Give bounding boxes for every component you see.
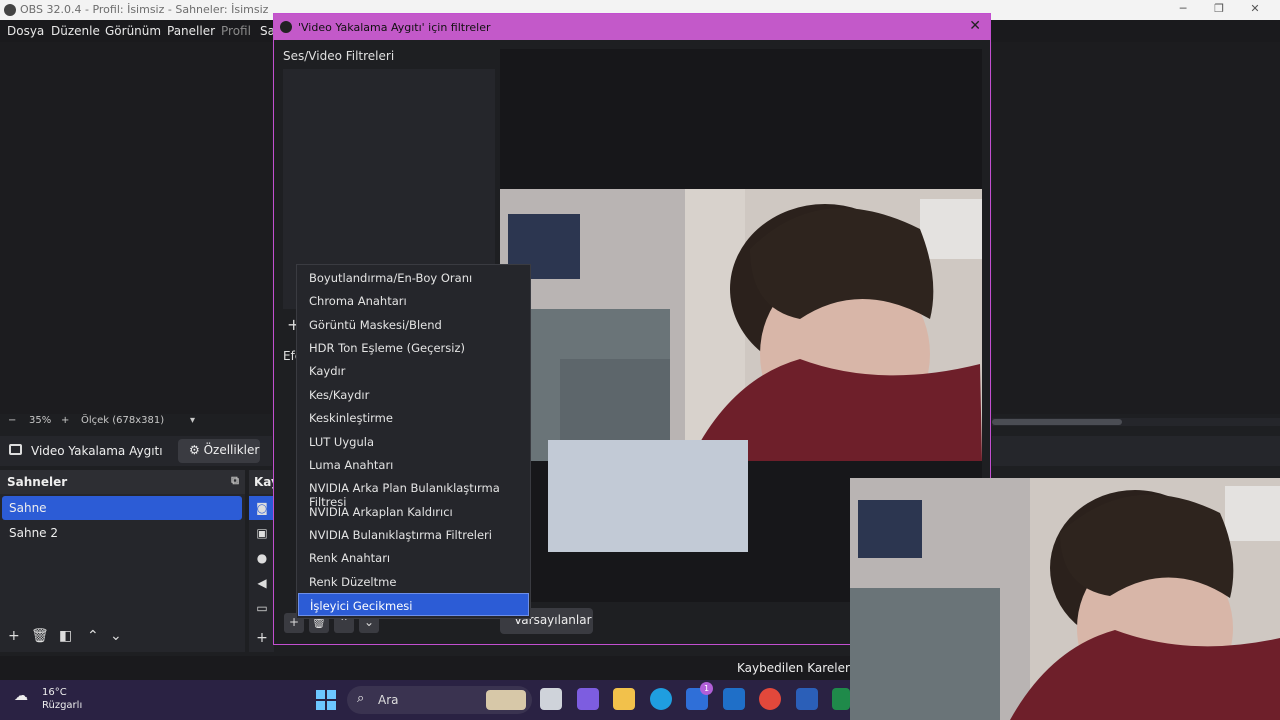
- outlook-icon[interactable]: [723, 688, 745, 710]
- search-icon: ⌕: [357, 691, 365, 706]
- menu-item-apply-lut[interactable]: LUT Uygula: [298, 430, 529, 453]
- menu-item-nvidia-blur[interactable]: NVIDIA Bulanıklaştırma Filtreleri: [298, 523, 529, 546]
- menu-item-hdr-tonemap[interactable]: HDR Ton Eşleme (Geçersiz): [298, 336, 529, 359]
- scenes-panel: Sahneler ⧉ Sahne Sahne 2 + 🗑 ◧ ⌃ ⌄: [0, 470, 245, 652]
- zoom-out-button[interactable]: −: [8, 415, 16, 426]
- menu-item-image-mask[interactable]: Görüntü Maskesi/Blend: [298, 313, 529, 336]
- menu-item-nvidia-bg-remove[interactable]: NVIDIA Arkaplan Kaldırıcı: [298, 500, 529, 523]
- word-icon[interactable]: [796, 688, 818, 710]
- sources-panel: Kay ◙ ▣ ● ◀ ▭ +: [249, 470, 274, 652]
- webcam-image: [500, 189, 982, 461]
- taskbar-search[interactable]: ⌕ Ara: [347, 686, 532, 714]
- properties-button[interactable]: ⚙ Özellikler: [178, 439, 260, 463]
- menu-item-color-correction[interactable]: Renk Düzeltme: [298, 570, 529, 593]
- start-button[interactable]: [316, 690, 336, 710]
- menu-item-scroll[interactable]: Kaydır: [298, 359, 529, 382]
- weather-desc: Rüzgarlı: [42, 700, 83, 711]
- main-preview: [0, 42, 272, 414]
- menu-item-scale-aspect[interactable]: Boyutlandırma/En-Boy Oranı: [298, 266, 529, 289]
- weather-temp: 16°C: [42, 687, 67, 698]
- right-toolbar: [992, 436, 1280, 466]
- sources-header: Kay: [249, 470, 274, 494]
- add-filter-menu: Boyutlandırma/En-Boy Oranı Chroma Anahta…: [296, 264, 531, 619]
- search-highlight-icon: [486, 690, 526, 710]
- scene-item[interactable]: Sahne 2: [2, 521, 242, 545]
- copilot-icon[interactable]: [577, 688, 599, 710]
- scale-label: Ölçek (678x381): [81, 415, 165, 426]
- camera-icon: [9, 444, 22, 455]
- dialog-titlebar: 'Video Yakalama Aygıtı' için filtreler ✕: [274, 14, 990, 40]
- menu-item-luma-key[interactable]: Luma Anahtarı: [298, 453, 529, 476]
- av-filters-label: Ses/Video Filtreleri: [283, 49, 395, 63]
- menu-item-color-key[interactable]: Renk Anahtarı: [298, 546, 529, 569]
- menu-view[interactable]: Görünüm: [105, 24, 161, 38]
- gear-icon: ⚙: [189, 443, 200, 457]
- webcam-frame: [500, 189, 982, 461]
- scene-item[interactable]: Sahne: [2, 496, 242, 520]
- move-up-icon[interactable]: ⌃: [87, 628, 99, 644]
- filters-icon[interactable]: ◧: [59, 628, 72, 644]
- dialog-title: 'Video Yakalama Aygıtı' için filtreler: [298, 21, 491, 34]
- webcam-overlay-image: [850, 478, 1280, 720]
- move-down-icon[interactable]: ⌄: [110, 628, 122, 644]
- obs-logo-icon: [280, 21, 292, 33]
- window-title: OBS 32.0.4 - Profil: İsimsiz - Sahneler:…: [20, 3, 269, 16]
- notification-badge: 1: [700, 682, 713, 695]
- menu-docks[interactable]: Paneller: [167, 24, 215, 38]
- obs-logo-icon: [4, 4, 16, 16]
- right-preview-area: [992, 42, 1280, 414]
- selected-source-name: Video Yakalama Aygıtı: [31, 444, 163, 458]
- minimize-button[interactable]: ─: [1168, 2, 1198, 15]
- menu-item-crop-pad[interactable]: Kes/Kaydır: [298, 383, 529, 406]
- webcam-overlay: [850, 478, 1280, 720]
- scene-label: Sahne 2: [9, 526, 59, 540]
- source-toolbar: Video Yakalama Aygıtı ⚙ Özellikler: [0, 436, 272, 466]
- display-source-icon: ▭: [256, 601, 268, 615]
- scrollbar-thumb[interactable]: [992, 419, 1122, 425]
- close-icon[interactable]: ✕: [969, 18, 981, 34]
- sources-title: Kay: [254, 475, 274, 489]
- chrome-icon[interactable]: [759, 688, 781, 710]
- undock-icon[interactable]: ⧉: [231, 474, 239, 488]
- scale-dropdown-icon[interactable]: ▾: [190, 415, 195, 426]
- close-window-button[interactable]: ✕: [1240, 2, 1270, 15]
- camera-source-icon: ◙: [256, 501, 268, 515]
- menu-edit[interactable]: Düzenle: [51, 24, 100, 38]
- add-source-icon[interactable]: +: [254, 630, 270, 646]
- menu-profile[interactable]: Profil: [221, 24, 251, 38]
- maximize-button[interactable]: ❐: [1204, 2, 1234, 15]
- overlay-panel: [548, 440, 748, 552]
- menu-file[interactable]: Dosya: [7, 24, 44, 38]
- speaker-source-icon: ◀: [257, 576, 267, 590]
- scenes-title: Sahneler: [7, 475, 68, 489]
- add-scene-icon[interactable]: +: [8, 628, 20, 644]
- task-view-icon[interactable]: [540, 688, 562, 710]
- menu-item-render-delay[interactable]: İşleyici Gecikmesi: [298, 593, 529, 616]
- zoom-in-button[interactable]: +: [61, 415, 69, 426]
- zoom-bar: − 35% + Ölçek (678x381) ▾: [0, 414, 272, 430]
- scene-toolbar: + 🗑 ◧ ⌃ ⌄: [0, 624, 245, 652]
- search-placeholder: Ara: [378, 693, 399, 707]
- store-icon[interactable]: 1: [686, 682, 713, 710]
- scene-label: Sahne: [9, 501, 47, 515]
- menu-item-nvidia-bg-blur[interactable]: NVIDIA Arka Plan Bulanıklaştırma Filtres…: [298, 476, 529, 509]
- menu-item-sharpen[interactable]: Keskinleştirme: [298, 406, 529, 429]
- image-source-icon: ▣: [256, 526, 268, 540]
- edge-icon[interactable]: [650, 688, 672, 710]
- scenes-header: Sahneler ⧉: [0, 470, 245, 494]
- file-explorer-icon[interactable]: [613, 688, 635, 710]
- trash-icon[interactable]: 🗑: [31, 628, 49, 644]
- excel-icon[interactable]: [832, 688, 850, 710]
- properties-label: Özellikler: [203, 443, 260, 457]
- weather-icon: ☁: [14, 688, 28, 704]
- windows-taskbar: ☁ 16°C Rüzgarlı ⌕ Ara 1: [0, 680, 850, 720]
- zoom-level: 35%: [29, 415, 52, 426]
- mic-source-icon: ●: [256, 551, 268, 565]
- menu-item-chroma-key[interactable]: Chroma Anahtarı: [298, 289, 529, 312]
- horizontal-scrollbar[interactable]: [992, 418, 1280, 426]
